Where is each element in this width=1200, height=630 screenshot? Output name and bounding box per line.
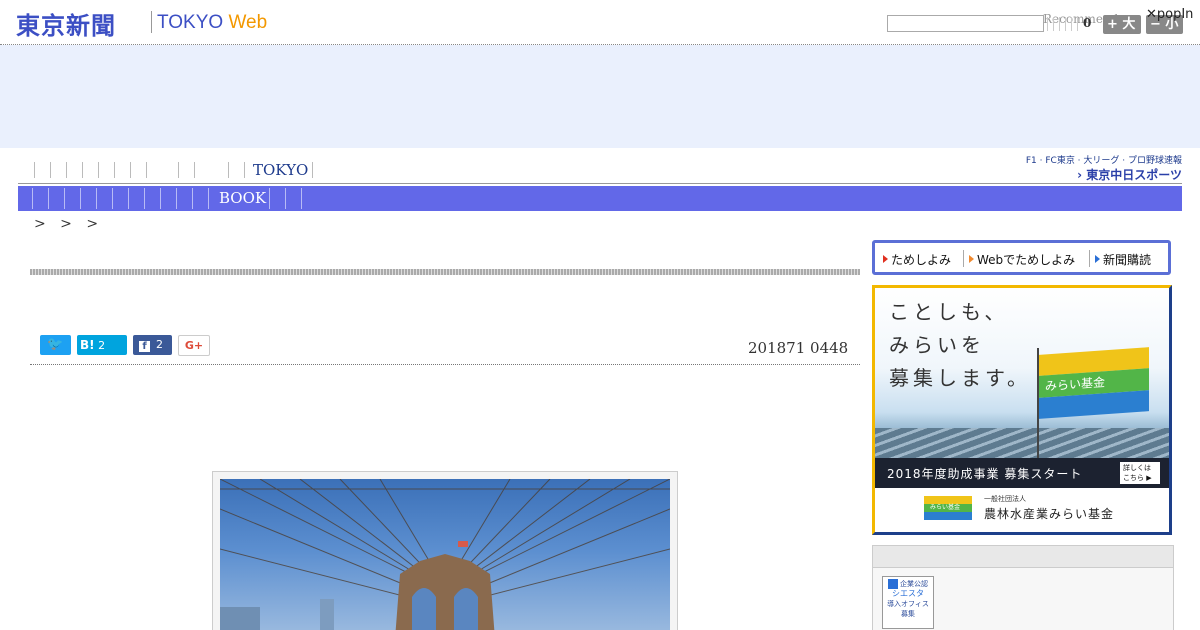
arrow-icon: [883, 255, 888, 263]
sports-link-line2: › 東京中日スポーツ: [1077, 168, 1182, 182]
ad-strip-text: 2018年度助成事業 募集スタート: [887, 467, 1083, 481]
category-nav: TOKYO: [18, 158, 1018, 182]
recommend-count: 0: [1083, 16, 1092, 30]
badge-line-text: 企業公認: [900, 580, 928, 588]
nav-divider: [178, 162, 179, 178]
subscribe-label: 新聞購読: [1103, 253, 1152, 267]
article-divider: [30, 364, 860, 365]
ad-headline-line: ことしも、: [889, 300, 1009, 324]
nav-rule: [18, 183, 1182, 184]
section-nav-bar: BOOK: [18, 186, 1182, 211]
badge-line: 導入オフィス: [887, 600, 929, 608]
arrow-icon: [969, 255, 974, 263]
hatena-count: 2: [98, 339, 106, 352]
popin-close-button[interactable]: ✕popIn: [1146, 7, 1193, 22]
nav-item-book[interactable]: BOOK: [219, 189, 266, 207]
ad-org-name: 農林水産業みらい基金: [984, 507, 1115, 521]
nav-divider: [269, 188, 270, 209]
nav-divider: [130, 162, 131, 178]
top-ad-banner[interactable]: [0, 45, 1200, 148]
nav-divider: [114, 162, 115, 178]
nav-divider: [146, 162, 147, 178]
ad-detail-button[interactable]: 詳しくは こちら ▶: [1120, 462, 1160, 484]
arrow-icon: [1095, 255, 1100, 263]
article-date: 201871 0448: [748, 339, 849, 357]
mirai-fund-ad[interactable]: ことしも、 みらいを 募集します。 みらい基金 2018年度助成事業 募集スター…: [872, 285, 1172, 535]
breadcrumb[interactable]: > > >: [34, 216, 103, 232]
nav-divider: [34, 162, 35, 178]
mirai-logo-label: みらい基金: [924, 504, 972, 512]
site-logo-en[interactable]: TOKYO Web: [157, 12, 267, 34]
web-tameshi-link[interactable]: Webでためしよみ: [969, 251, 1075, 268]
nav-divider: [192, 188, 193, 209]
site-header: 東京新聞 TOKYO Web Recommend 0 + 大 − 小 ✕popI…: [0, 0, 1200, 45]
search-input[interactable]: [887, 15, 1044, 32]
nav-divider: [160, 188, 161, 209]
nav-divider: [144, 188, 145, 209]
subscribe-link[interactable]: 新聞購読: [1095, 251, 1151, 268]
ad-strip: 2018年度助成事業 募集スタート 詳しくは こちら ▶: [875, 458, 1169, 488]
ad-headline-line: みらいを: [889, 333, 985, 357]
nav-divider: [301, 188, 302, 209]
tameshi-label: ためしよみ: [891, 253, 952, 267]
chunichi-sports-link[interactable]: F1 · FC東京 · 大リーグ · プロ野球速報 › 東京中日スポーツ: [1024, 153, 1182, 182]
subscription-links-box: ためしよみ Webでためしよみ 新聞購読: [872, 240, 1171, 275]
title-divider: [30, 269, 860, 275]
nav-divider: [96, 188, 97, 209]
divider: [1089, 250, 1090, 267]
facebook-count: 2: [156, 338, 163, 351]
badge-line: 募集: [901, 610, 915, 618]
article-photo-frame: [212, 471, 678, 630]
nav-divider: [228, 162, 229, 178]
nav-divider: [285, 188, 286, 209]
nav-divider: [194, 162, 195, 178]
nav-divider: [98, 162, 99, 178]
siesta-icon: [888, 579, 898, 589]
nav-divider: [32, 188, 33, 209]
ad-org-type: 一般社団法人: [984, 495, 1026, 503]
hatena-mark: B!: [80, 338, 95, 352]
nav-divider: [112, 188, 113, 209]
divider: [963, 250, 964, 267]
badge-line: シエスタ: [892, 589, 924, 598]
sports-link-line1: F1 · FC東京 · 大リーグ · プロ野球速報: [1025, 156, 1182, 166]
flag-icon: みらい基金: [1039, 347, 1149, 419]
share-gplus-button[interactable]: G+: [178, 335, 210, 356]
nav-item-tokyo[interactable]: TOKYO: [253, 161, 308, 179]
bridge-illustration: [220, 479, 670, 630]
nav-divider: [128, 188, 129, 209]
badge-line: 企業公認: [883, 579, 933, 589]
font-size-large-button[interactable]: + 大: [1103, 15, 1141, 34]
nav-divider: [82, 162, 83, 178]
web-tameshi-label: Webでためしよみ: [977, 253, 1076, 267]
ad-headline-line: 募集します。: [889, 366, 1031, 390]
nav-divider: [208, 188, 209, 209]
nav-divider: [66, 162, 67, 178]
siesta-badge[interactable]: 企業公認 シエスタ 導入オフィス 募集: [882, 576, 934, 629]
facebook-icon: f: [139, 341, 150, 352]
share-twitter-button[interactable]: 🐦: [40, 335, 71, 355]
logo-en-main: TOKYO: [157, 12, 229, 33]
mirai-logo-icon: みらい基金: [924, 496, 972, 520]
sidebar-box: 企業公認 シエスタ 導入オフィス 募集: [872, 545, 1174, 630]
logo-divider: [151, 11, 152, 33]
nav-divider: [48, 188, 49, 209]
nav-divider: [176, 188, 177, 209]
nav-divider: [64, 188, 65, 209]
share-hatena-button[interactable]: B! 2: [77, 335, 127, 355]
share-facebook-button[interactable]: f2: [133, 335, 172, 355]
site-logo-jp[interactable]: 東京新聞: [16, 6, 116, 41]
recommend-bars: [1047, 17, 1079, 31]
sidebar-box-header: [873, 546, 1173, 568]
nav-divider: [80, 188, 81, 209]
nav-divider: [244, 162, 245, 178]
nav-divider: [50, 162, 51, 178]
ad-headline: ことしも、 みらいを 募集します。: [889, 296, 1031, 395]
tameshi-link[interactable]: ためしよみ: [883, 251, 951, 268]
logo-en-web: Web: [228, 12, 268, 33]
nav-divider: [312, 162, 313, 178]
article-photo[interactable]: [220, 479, 670, 630]
